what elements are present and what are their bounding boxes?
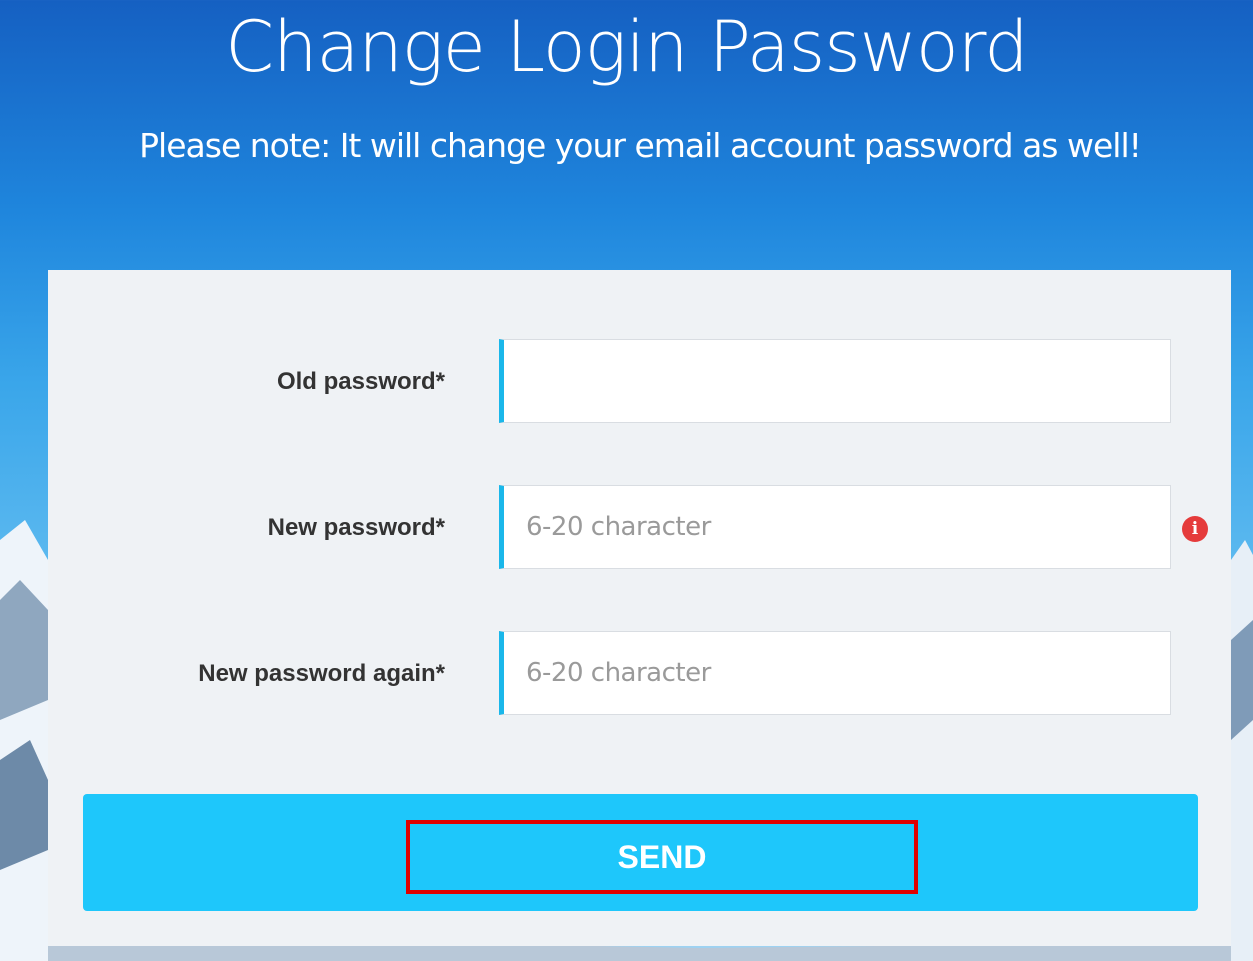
new-password-again-label: New password again*: [198, 660, 445, 687]
new-password-again-input[interactable]: [499, 631, 1171, 715]
page-note: Please note: It will change your email a…: [139, 126, 1142, 165]
change-password-form: Old password* New password* i New passwo…: [48, 270, 1231, 946]
old-password-input[interactable]: [499, 339, 1171, 423]
send-button-label: SEND: [406, 820, 918, 894]
old-password-label: Old password*: [276, 368, 445, 395]
send-button[interactable]: SEND: [83, 794, 1198, 911]
info-icon[interactable]: i: [1182, 516, 1208, 542]
new-password-input[interactable]: [499, 485, 1171, 569]
new-password-label: New password*: [267, 514, 445, 541]
page-title: Change Login Password: [225, 6, 1028, 88]
